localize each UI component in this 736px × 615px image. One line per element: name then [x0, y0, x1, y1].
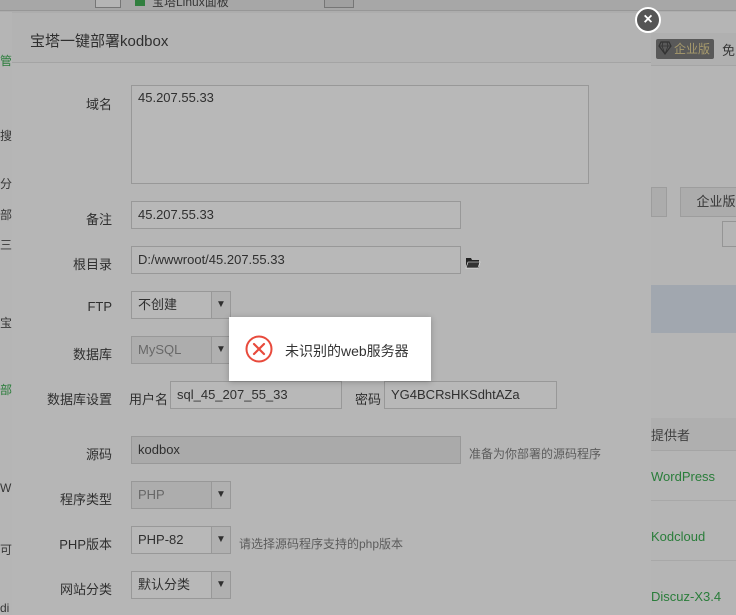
chevron-down-icon: ▼ [211, 292, 230, 318]
site-category-label: 网站分类 [59, 582, 112, 597]
ftp-select[interactable]: 不创建 ▼ [131, 291, 231, 319]
domain-label: 域名 [85, 97, 112, 112]
error-circle-icon [245, 335, 273, 363]
php-version-select[interactable]: PHP-82 ▼ [131, 526, 231, 554]
close-button[interactable]: × [635, 7, 661, 33]
db-password-label: 密码 [355, 392, 382, 407]
php-version-hint: 请选择源码程序支持的php版本 [239, 537, 404, 551]
chevron-down-icon: ▼ [211, 337, 230, 363]
chevron-down-icon: ▼ [211, 527, 230, 553]
db-username-input[interactable]: sql_45_207_55_33 [170, 381, 342, 409]
diamond-icon [658, 41, 672, 55]
chevron-down-icon: ▼ [211, 572, 230, 598]
php-version-label: PHP版本 [59, 537, 112, 552]
chevron-down-icon: ▼ [211, 482, 230, 508]
database-select-value: MySQL [138, 342, 182, 357]
folder-icon[interactable] [465, 256, 481, 270]
source-input[interactable]: kodbox [131, 436, 461, 464]
db-settings-label: 数据库设置 [46, 392, 112, 407]
remark-label: 备注 [85, 212, 112, 227]
root-dir-label: 根目录 [72, 257, 112, 272]
source-label: 源码 [85, 447, 112, 462]
site-category-value: 默认分类 [138, 577, 191, 592]
site-category-select[interactable]: 默认分类 ▼ [131, 571, 231, 599]
ftp-label: FTP [87, 299, 112, 314]
database-label: 数据库 [72, 347, 112, 362]
php-version-value: PHP-82 [138, 532, 184, 547]
program-type-select[interactable]: PHP ▼ [131, 481, 231, 509]
source-hint: 准备为你部署的源码程序 [469, 447, 602, 461]
program-type-value: PHP [138, 487, 165, 502]
deploy-dialog: 宝塔一键部署kodbox 域名 45.207.55.33 备注 45.207.5… [12, 13, 651, 615]
domain-textarea[interactable]: 45.207.55.33 [131, 85, 589, 184]
program-type-label: 程序类型 [59, 492, 112, 507]
db-username-label: 用户名 [129, 392, 169, 407]
error-toast: 未识别的web服务器 [229, 317, 431, 381]
db-password-input[interactable]: YG4BCRsHKSdhtAZa [384, 381, 557, 409]
ftp-select-value: 不创建 [138, 297, 178, 312]
root-dir-input[interactable]: D:/wwwroot/45.207.55.33 [131, 246, 461, 274]
database-select[interactable]: MySQL ▼ [131, 336, 231, 364]
toast-message: 未识别的web服务器 [285, 343, 409, 359]
dialog-header: 宝塔一键部署kodbox [12, 13, 651, 63]
dialog-title: 宝塔一键部署kodbox [30, 33, 169, 50]
remark-input[interactable]: 45.207.55.33 [131, 201, 461, 229]
